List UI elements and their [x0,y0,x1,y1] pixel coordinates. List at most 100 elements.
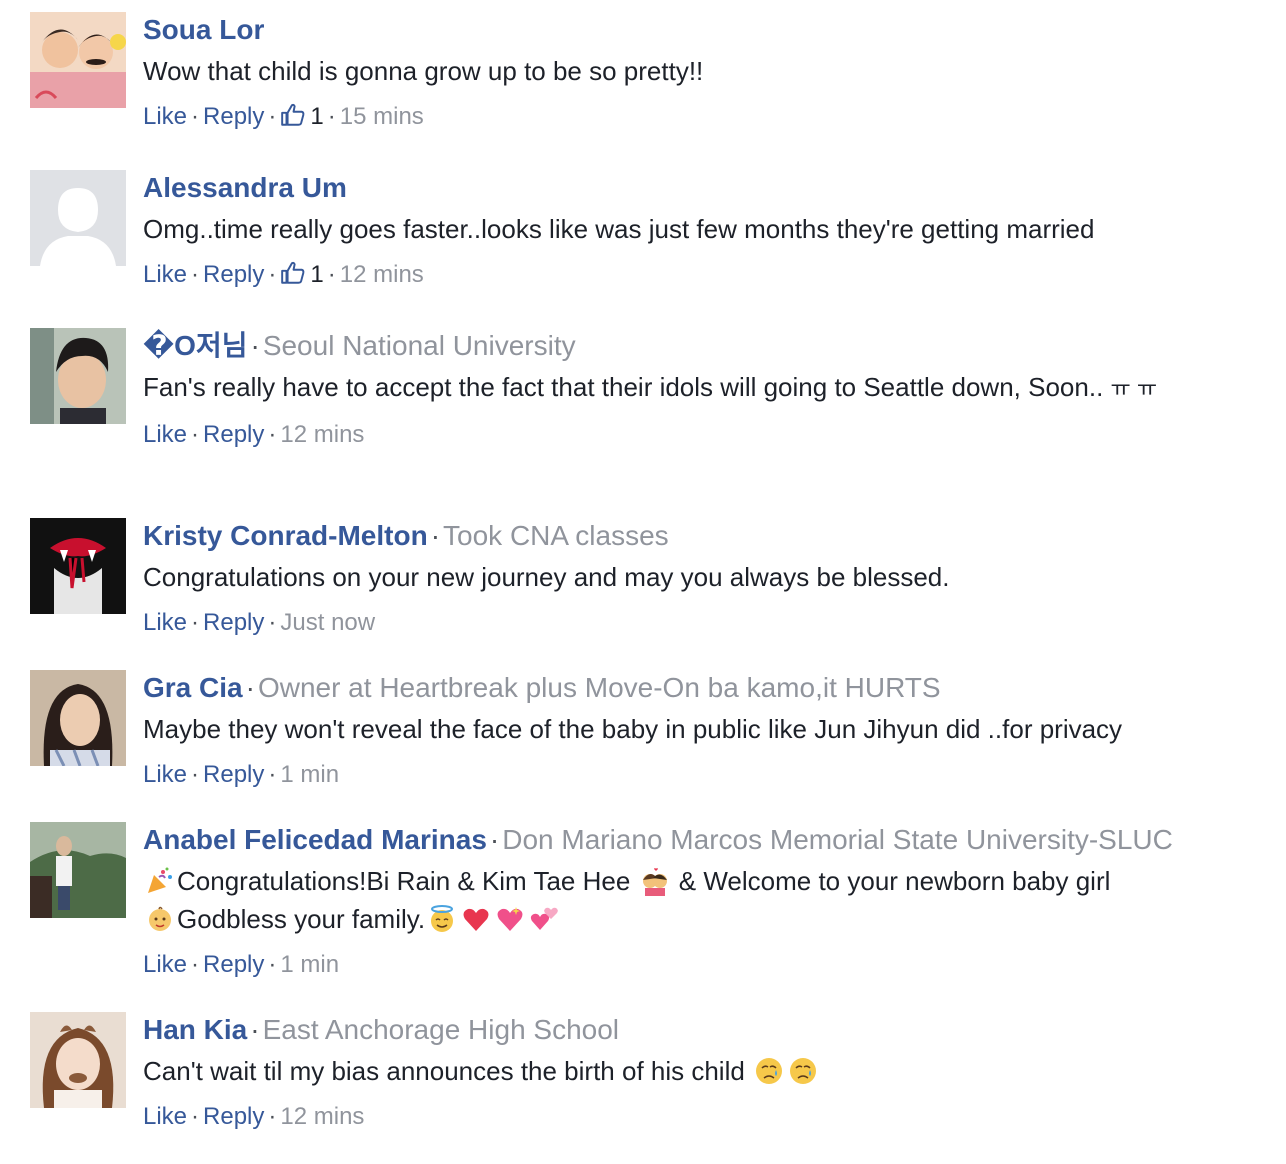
reply-link[interactable]: Reply [203,261,264,288]
avatar-photo [30,518,126,614]
comment-text-main: Can't wait til my bias announces the bir… [143,1056,745,1086]
separator-dot: · [191,261,200,288]
author-name[interactable]: Kristy Conrad-Melton [143,520,428,551]
avatar[interactable] [30,328,126,424]
avatar[interactable] [30,518,126,614]
reply-link[interactable]: Reply [203,421,264,448]
comment-text: Wow that child is gonna grow up to be so… [143,56,704,86]
comment-text: Congratulations!Bi Rain & Kim Tae Hee & … [143,862,1243,938]
author-name[interactable]: Alessandra Um [143,172,347,203]
red-heart-icon [463,908,489,931]
separator-dot: · [191,421,200,448]
separator-dot: · [191,1103,200,1130]
separator-dot: · [268,761,277,788]
author-name[interactable]: Anabel Felicedad Marinas [143,824,487,855]
party-popper-icon [148,867,172,893]
timestamp[interactable]: 12 mins [280,1103,364,1130]
comment-text: Can't wait til my bias announces the bir… [143,1052,1243,1090]
timestamp[interactable]: 1 min [280,761,339,788]
like-link[interactable]: Like [143,609,187,636]
avatar-photo [30,12,126,108]
baby-icon [149,906,171,931]
author-name[interactable]: Gra Cia [143,672,243,703]
separator-dot: · [268,1103,277,1130]
reply-link[interactable]: Reply [203,609,264,636]
separator-dot: · [489,824,500,855]
comment-actions: Like · Reply · 12 mins [143,1102,1243,1132]
sad-relieved-face-icon [790,1058,817,1084]
reply-link[interactable]: Reply [203,761,264,788]
comment-text-part: & Welcome to your newborn baby girl [678,866,1111,896]
author-affiliation[interactable]: Owner at Heartbreak plus Move-On ba kamo… [258,672,941,703]
timestamp[interactable]: Just now [280,609,375,636]
comment-actions: Like · Reply · 1 · 12 mins [143,260,1243,290]
comment-text-part: Godbless your family. [177,904,426,934]
separator-dot: · [268,421,277,448]
comment-text: Omg..time really goes faster..looks like… [143,214,1095,244]
like-link[interactable]: Like [143,1103,187,1130]
comment-actions: Like · Reply · 1 min [143,950,1243,980]
like-link[interactable]: Like [143,421,187,448]
reply-link[interactable]: Reply [203,103,264,130]
timestamp[interactable]: 1 min [280,951,339,978]
avatar[interactable] [30,670,126,766]
avatar[interactable] [30,822,126,918]
separator-dot: · [250,330,260,361]
author-affiliation[interactable]: East Anchorage High School [263,1014,619,1045]
sparkling-heart-icon [497,907,523,931]
separator-dot: · [430,520,441,551]
author-affiliation[interactable]: Took CNA classes [443,520,669,551]
comment-text: Maybe they won't reveal the face of the … [143,714,1123,744]
timestamp[interactable]: 12 mins [340,261,424,288]
separator-dot: · [191,761,200,788]
avatar[interactable] [30,1012,126,1108]
avatar-photo [30,670,126,766]
separator-dot: · [327,261,336,288]
comment-actions: Like · Reply · 1 · 15 mins [143,102,1243,132]
thumbs-up-icon[interactable] [280,102,306,128]
like-link[interactable]: Like [143,951,187,978]
comment-text: Congratulations on your new journey and … [143,562,950,592]
thumbs-up-icon[interactable] [280,260,306,286]
separator-dot: · [245,672,255,703]
avatar[interactable] [30,170,126,266]
timestamp[interactable]: 12 mins [280,421,364,448]
like-count[interactable]: 1 [310,261,323,288]
separator-dot: · [191,951,200,978]
author-name[interactable]: Han Kia [143,1014,247,1045]
couple-kiss-icon [642,868,667,896]
comment-actions: Like · Reply · Just now [143,608,1243,638]
separator-dot: · [268,261,277,288]
author-name[interactable]: �O저님 [143,330,247,361]
avatar[interactable] [30,12,126,108]
reply-link[interactable]: Reply [203,1103,264,1130]
separator-dot: · [327,103,336,130]
comment-actions: Like · Reply · 1 min [143,760,1243,790]
separator-dot: · [268,103,277,130]
timestamp[interactable]: 15 mins [340,103,424,130]
like-link[interactable]: Like [143,261,187,288]
like-link[interactable]: Like [143,761,187,788]
separator-dot: · [268,609,277,636]
author-name[interactable]: Soua Lor [143,14,264,45]
sad-relieved-face-icon [756,1058,783,1084]
smiling-face-with-halo-icon [431,905,454,932]
author-affiliation[interactable]: Seoul National University [263,330,576,361]
reply-link[interactable]: Reply [203,951,264,978]
avatar-photo [30,822,126,918]
comment-text-part: Congratulations!Bi Rain & Kim Tae Hee [177,866,631,896]
like-count[interactable]: 1 [310,103,323,130]
separator-dot: · [250,1014,260,1045]
avatar-photo [30,1012,126,1108]
comment-text: Fan's really have to accept the fact tha… [143,368,1243,408]
default-avatar-silhouette [30,170,126,266]
author-affiliation[interactable]: Don Mariano Marcos Memorial State Univer… [502,824,1173,855]
comment-text-tail: ㅠ ㅠ [1110,376,1158,401]
separator-dot: · [191,609,200,636]
two-hearts-icon [530,907,558,930]
comment-actions: Like · Reply · 12 mins [143,420,1243,450]
comment-text-main: Fan's really have to accept the fact tha… [143,372,1104,402]
like-link[interactable]: Like [143,103,187,130]
avatar-photo [30,328,126,424]
separator-dot: · [268,951,277,978]
